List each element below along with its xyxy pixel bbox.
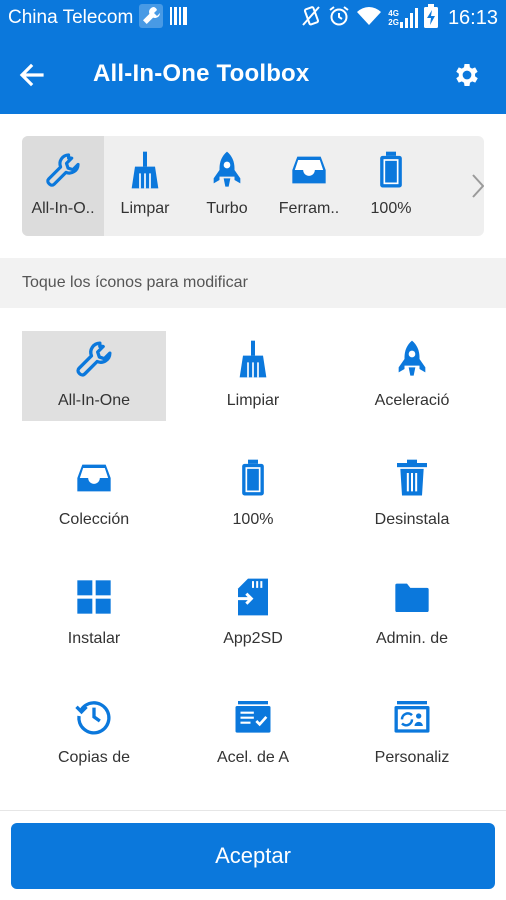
chevron-right-icon[interactable] xyxy=(468,172,484,200)
tool-label: Aceleració xyxy=(374,392,450,409)
wrench-icon xyxy=(43,150,83,190)
shortcut-tools[interactable]: Ferram.. xyxy=(268,136,350,236)
accept-button[interactable]: Aceptar xyxy=(11,823,495,889)
shortcut-label: Turbo xyxy=(206,200,248,217)
wrench-icon xyxy=(72,337,116,381)
network-type-top: 4G xyxy=(388,9,399,18)
broom-icon xyxy=(231,337,275,381)
contact-card-icon xyxy=(390,694,434,738)
history-icon xyxy=(72,694,116,738)
shortcut-turbo[interactable]: Turbo xyxy=(186,136,268,236)
shortcut-label: Ferram.. xyxy=(278,200,340,217)
clock: 16:13 xyxy=(447,6,498,29)
alarm-icon xyxy=(328,5,350,32)
tool-label: Colección xyxy=(58,511,130,528)
bottom-panel: Aceptar xyxy=(0,810,506,900)
tool-label: Personaliz xyxy=(374,749,450,766)
sd-card-icon xyxy=(231,575,275,619)
tool-label: Instalar xyxy=(67,630,121,647)
tool-label: Admin. de xyxy=(375,630,449,647)
carrier-name: China Telecom xyxy=(8,7,134,28)
shortcut-bar: All-In-O.. Limpar Turbo Ferram.. 100% xyxy=(22,136,484,236)
app-bar: All-In-One Toolbox xyxy=(0,36,506,114)
tool-customize[interactable]: Personaliz xyxy=(340,688,484,778)
rocket-icon xyxy=(207,150,247,190)
battery-icon xyxy=(231,456,275,500)
tool-install[interactable]: Instalar xyxy=(22,569,166,659)
tool-label: 100% xyxy=(232,511,274,528)
tool-backup[interactable]: Copias de xyxy=(22,688,166,778)
gear-icon[interactable] xyxy=(452,60,482,90)
shortcut-clean[interactable]: Limpar xyxy=(104,136,186,236)
broom-icon xyxy=(125,150,165,190)
tool-label: App2SD xyxy=(223,630,283,647)
page-title: All-In-One Toolbox xyxy=(93,60,310,87)
tool-boost[interactable]: Aceleració xyxy=(340,331,484,421)
tool-all-in-one[interactable]: All-In-One xyxy=(22,331,166,421)
tool-label: Acel. de A xyxy=(216,749,290,766)
hint-text: Toque los íconos para modificar xyxy=(0,258,506,308)
shortcut-label: 100% xyxy=(370,200,412,217)
shortcut-all-in-one[interactable]: All-In-O.. xyxy=(22,136,104,236)
tool-label: Copias de xyxy=(57,749,131,766)
vibrate-icon xyxy=(300,5,322,32)
tool-label: Limpiar xyxy=(226,392,280,409)
tool-uninstall[interactable]: Desinstala xyxy=(340,450,484,540)
barcode-notification-icon xyxy=(169,5,189,32)
tool-battery[interactable]: 100% xyxy=(181,450,325,540)
checklist-card-icon xyxy=(231,694,275,738)
tool-file-manager[interactable]: Admin. de xyxy=(340,569,484,659)
battery-icon xyxy=(371,150,411,190)
battery-charging-icon xyxy=(423,3,438,33)
back-arrow-icon[interactable] xyxy=(16,60,46,90)
wifi-icon xyxy=(356,5,382,32)
apps-grid-icon xyxy=(72,575,116,619)
tool-label: All-In-One xyxy=(57,392,131,409)
network-type-bottom: 2G xyxy=(388,18,399,27)
wrench-notification-icon xyxy=(139,3,164,33)
status-bar: China Telecom 4G 2G 16:13 xyxy=(0,0,506,36)
signal-icon: 4G 2G xyxy=(388,8,418,28)
tray-icon xyxy=(72,456,116,500)
tool-clean[interactable]: Limpiar xyxy=(181,331,325,421)
trash-icon xyxy=(390,456,434,500)
shortcut-label: Limpar xyxy=(120,200,170,217)
tool-app2sd[interactable]: App2SD xyxy=(181,569,325,659)
tool-label: Desinstala xyxy=(374,511,450,528)
rocket-icon xyxy=(390,337,434,381)
tray-icon xyxy=(289,150,329,190)
tool-app-boost[interactable]: Acel. de A xyxy=(181,688,325,778)
shortcut-label: All-In-O.. xyxy=(31,200,95,217)
folder-icon xyxy=(390,575,434,619)
shortcut-battery[interactable]: 100% xyxy=(350,136,432,236)
tool-collection[interactable]: Colección xyxy=(22,450,166,540)
